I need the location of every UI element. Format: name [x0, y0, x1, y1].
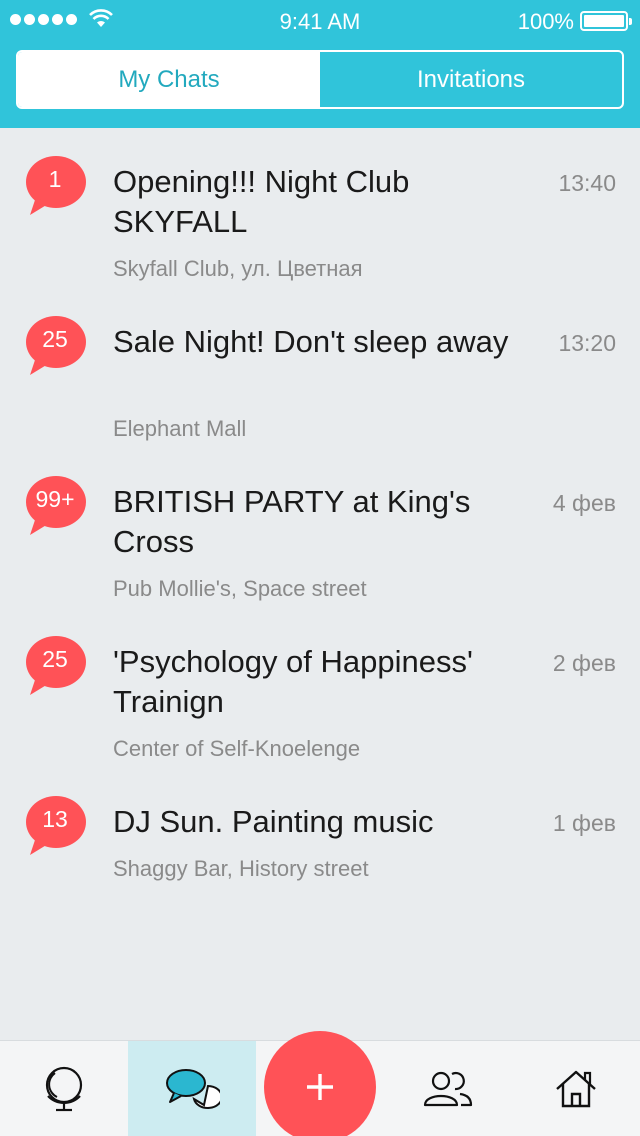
home-icon	[556, 1070, 596, 1108]
unread-badge: 1	[22, 155, 88, 219]
chat-place: Center of Self-Knoelenge	[113, 736, 361, 761]
chat-place: Skyfall Club, ул. Цветная	[113, 256, 363, 281]
chat-title: Sale Night! Don't sleep away	[113, 324, 509, 359]
chat-item[interactable]: 1 Opening!!! Night Club SKYFALL 13:40 Sk…	[0, 128, 640, 288]
chat-time: 2 фев	[552, 650, 616, 676]
chat-title: DJ Sun. Painting music	[113, 804, 434, 839]
people-icon	[423, 1071, 473, 1107]
chat-segmented-control: My Chats Invitations	[16, 50, 624, 109]
header: 9:41 AM 100% My Chats Invitations	[0, 0, 640, 128]
chat-bubbles-icon	[166, 1069, 220, 1109]
plus-icon	[307, 1074, 333, 1100]
unread-count: 25	[42, 646, 68, 672]
tab-home[interactable]	[512, 1041, 640, 1136]
chat-item[interactable]: 25 'Psychology of Happiness' Trainign 2 …	[0, 608, 640, 768]
chat-time: 13:40	[558, 170, 616, 196]
tab-my-chats[interactable]: My Chats	[18, 52, 320, 107]
tab-chats[interactable]	[128, 1041, 256, 1136]
chat-title: 'Psychology of Happiness' Trainign	[113, 644, 473, 719]
unread-badge: 13	[22, 795, 88, 859]
chat-place: Elephant Mall	[113, 416, 247, 441]
chat-place: Shaggy Bar, History street	[113, 856, 369, 881]
chat-time: 1 фев	[552, 810, 616, 836]
status-bar: 9:41 AM 100%	[0, 0, 640, 42]
unread-count: 25	[42, 326, 68, 352]
tab-invitations[interactable]: Invitations	[320, 52, 622, 107]
tab-friends[interactable]	[384, 1041, 512, 1136]
battery-percent: 100%	[517, 9, 574, 34]
chat-place: Pub Mollie's, Space street	[113, 576, 367, 601]
add-button[interactable]	[264, 1031, 376, 1136]
unread-badge: 25	[22, 315, 88, 379]
chat-time: 13:20	[558, 330, 616, 356]
globe-icon	[45, 1066, 83, 1112]
unread-count: 13	[42, 806, 68, 832]
unread-badge: 99+	[22, 475, 88, 539]
unread-badge: 25	[22, 635, 88, 699]
chat-list: 1 Opening!!! Night Club SKYFALL 13:40 Sk…	[0, 128, 640, 928]
chat-time: 4 фев	[552, 490, 616, 516]
unread-count: 1	[48, 166, 62, 192]
chat-title: Opening!!! Night Club SKYFALL	[113, 164, 410, 239]
chat-item[interactable]: 13 DJ Sun. Painting music 1 фев Shaggy B…	[0, 768, 640, 928]
tab-explore[interactable]	[0, 1041, 128, 1136]
chat-title: BRITISH PARTY at King's Cross	[113, 484, 471, 559]
chat-item[interactable]: 25 Sale Night! Don't sleep away 13:20 El…	[0, 288, 640, 448]
chat-item[interactable]: 99+ BRITISH PARTY at King's Cross 4 фев …	[0, 448, 640, 608]
unread-count: 99+	[35, 486, 75, 512]
battery-icon	[580, 11, 632, 31]
